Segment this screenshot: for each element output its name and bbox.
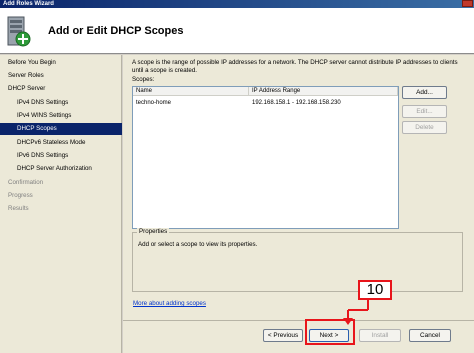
delete-scope-button[interactable]: Delete: [402, 121, 447, 134]
list-header: Name IP Address Range: [133, 87, 398, 96]
nav-item-confirmation: Confirmation: [8, 179, 44, 186]
properties-legend: Properties: [137, 228, 170, 235]
wizard-header: Add or Edit DHCP Scopes: [0, 8, 474, 54]
server-add-icon: [7, 16, 31, 47]
scope-ip-range: 192.168.158.1 - 192.168.158.230: [252, 100, 341, 106]
scope-name: techno-home: [136, 100, 172, 106]
more-about-scopes-link[interactable]: More about adding scopes: [133, 300, 206, 307]
nav-item-results: Results: [8, 205, 29, 212]
previous-button[interactable]: < Previous: [263, 329, 303, 342]
install-button[interactable]: Install: [359, 329, 401, 342]
properties-group: Properties Add or select a scope to view…: [132, 228, 463, 292]
cancel-button[interactable]: Cancel: [409, 329, 451, 342]
nav-item-dhcpv6-stateless[interactable]: DHCPv6 Stateless Mode: [0, 137, 122, 149]
window-titlebar: Add Roles Wizard: [0, 0, 474, 8]
nav-item-ipv6-dns[interactable]: IPv6 DNS Settings: [0, 150, 122, 162]
nav-item-dhcp-authorization[interactable]: DHCP Server Authorization: [0, 163, 122, 175]
annotation-arrow-icon: [343, 298, 369, 325]
page-title: Add or Edit DHCP Scopes: [48, 25, 184, 37]
scopes-label: Scopes:: [132, 76, 155, 83]
scopes-list[interactable]: Name IP Address Range techno-home 192.16…: [132, 86, 399, 229]
column-header-name[interactable]: Name: [133, 87, 249, 96]
edit-scope-button[interactable]: Edit...: [402, 105, 447, 118]
column-header-ip-range[interactable]: IP Address Range: [249, 87, 398, 96]
nav-item-dhcp-scopes[interactable]: DHCP Scopes: [0, 123, 122, 135]
wizard-nav: Before You Begin Server Roles DHCP Serve…: [0, 55, 122, 353]
close-window-button[interactable]: [462, 0, 473, 7]
nav-item-progress: Progress: [8, 192, 33, 199]
properties-text: Add or select a scope to view its proper…: [138, 241, 258, 248]
nav-item-ipv4-dns[interactable]: IPv4 DNS Settings: [0, 97, 122, 109]
scope-description: A scope is the range of possible IP addr…: [132, 59, 458, 74]
nav-item-dhcp-server[interactable]: DHCP Server: [0, 83, 122, 95]
nav-item-before-you-begin[interactable]: Before You Begin: [0, 57, 122, 69]
main-content: A scope is the range of possible IP addr…: [123, 55, 474, 320]
add-scope-button[interactable]: Add...: [402, 86, 447, 99]
nav-item-ipv4-wins[interactable]: IPv4 WINS Settings: [0, 110, 122, 122]
window-title: Add Roles Wizard: [3, 1, 54, 7]
table-row[interactable]: techno-home 192.168.158.1 - 192.168.158.…: [133, 98, 398, 108]
step-number-badge: 10: [358, 280, 392, 300]
nav-item-server-roles[interactable]: Server Roles: [0, 70, 122, 82]
